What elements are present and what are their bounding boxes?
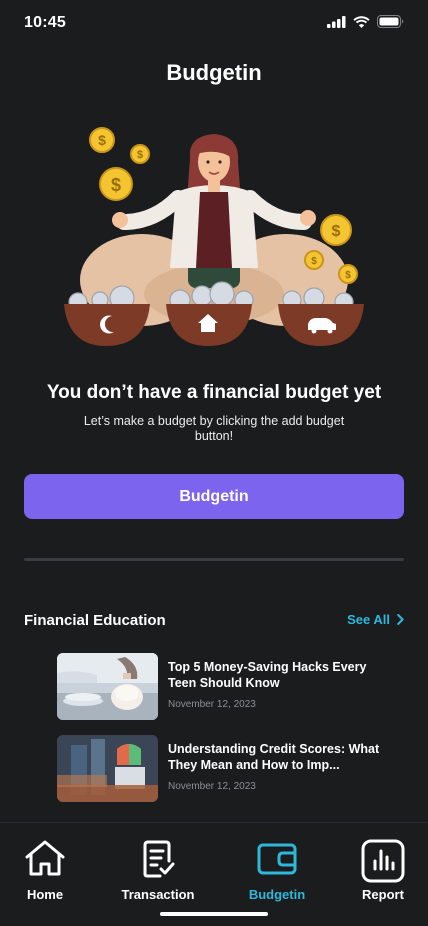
empty-state-title: You don’t have a financial budget yet: [46, 382, 382, 403]
article-thumbnail: [57, 735, 158, 802]
tab-label: Home: [26, 887, 64, 902]
tab-budgetin[interactable]: Budgetin: [222, 839, 332, 902]
page-title: Budgetin: [166, 60, 262, 85]
cellular-signal-icon: [327, 15, 346, 28]
svg-text:$: $: [345, 270, 351, 281]
article-title: Top 5 Money-Saving Hacks Every Teen Shou…: [168, 660, 367, 690]
article-card[interactable]: Top 5 Money-Saving Hacks Every Teen Shou…: [57, 653, 387, 720]
see-all-label: See All: [347, 612, 390, 627]
section-divider: [24, 558, 404, 561]
article-thumbnail: [57, 653, 158, 720]
empty-state-description: Let’s make a budget by clicking the add …: [83, 414, 345, 443]
home-icon: [25, 840, 65, 876]
budget-illustration: $ $ $ $ $ $: [64, 127, 364, 346]
tab-label: Budgetin: [248, 887, 306, 902]
tab-transaction[interactable]: Transaction: [103, 839, 213, 902]
chart-icon: [361, 839, 405, 883]
tab-report[interactable]: Report: [328, 839, 428, 902]
battery-icon: [377, 15, 404, 28]
svg-text:$: $: [98, 132, 106, 148]
tab-label: Transaction: [121, 887, 195, 902]
tab-home[interactable]: Home: [0, 839, 100, 902]
article-date: November 12, 2023: [168, 781, 256, 792]
status-icons: [327, 15, 404, 28]
home-indicator: [160, 912, 268, 916]
svg-text:$: $: [111, 175, 121, 195]
svg-text:$: $: [332, 223, 341, 240]
tab-label: Report: [362, 887, 404, 902]
status-bar: 10:45: [0, 0, 428, 46]
see-all-link[interactable]: See All: [347, 612, 404, 627]
bottom-tab-bar: Home Transaction Budgetin Report: [0, 822, 428, 926]
receipt-icon: [143, 840, 175, 878]
wifi-icon: [353, 15, 370, 28]
add-budget-button[interactable]: Budgetin: [24, 474, 404, 519]
status-time: 10:45: [24, 14, 66, 31]
article-title: Understanding Credit Scores: What They M…: [168, 742, 380, 772]
svg-text:$: $: [311, 256, 317, 267]
article-date: November 12, 2023: [168, 699, 256, 710]
article-card[interactable]: Understanding Credit Scores: What They M…: [57, 735, 387, 802]
section-title: Financial Education: [24, 612, 166, 629]
svg-text:$: $: [137, 149, 143, 161]
coin-icon: $: [89, 127, 115, 153]
wallet-icon: [257, 843, 297, 875]
chevron-right-icon: [397, 614, 404, 625]
